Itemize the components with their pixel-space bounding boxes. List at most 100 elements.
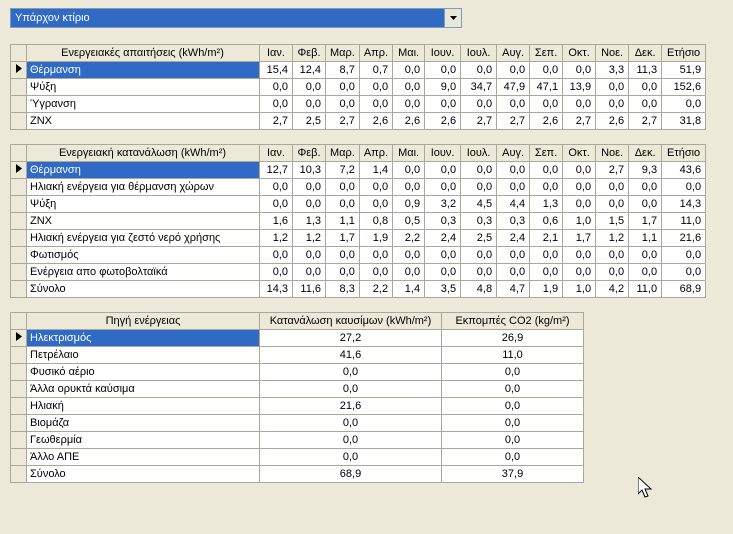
table-row[interactable]: Σύνολο68,937,9: [11, 466, 584, 483]
table-row[interactable]: Γεωθερμία0,00,0: [11, 432, 584, 449]
table-row[interactable]: Ηλιακή21,60,0: [11, 398, 584, 415]
cell: 0,0: [260, 364, 442, 381]
table-row[interactable]: Ψύξη 0,0 0,0 0,0 0,0 0,0 9,0 34,7 47,9 4…: [11, 79, 706, 96]
cell: 14,3: [260, 281, 293, 298]
row-label: Σύνολο: [27, 281, 260, 298]
table-row[interactable]: ΖΝΧ 2,72,52,72,62,62,62,72,72,62,72,62,7…: [11, 113, 706, 130]
table-row[interactable]: Ηλιακή ενέργεια για ζεστό νερό χρήσης1,2…: [11, 230, 706, 247]
cell: 2,5: [461, 230, 497, 247]
cell: 0,0: [596, 179, 629, 196]
cell: 4,4: [497, 196, 530, 213]
cell: 2,2: [393, 230, 425, 247]
cell: 0,0: [260, 179, 293, 196]
cell: 0,0: [393, 264, 425, 281]
cell: 47,9: [497, 79, 530, 96]
cell: 0,0: [596, 247, 629, 264]
cell: 0,0: [359, 179, 392, 196]
col-header: Ιουλ.: [461, 45, 497, 62]
cell: 4,2: [596, 281, 629, 298]
cell: 51,9: [662, 62, 706, 79]
row-label: Άλλο ΑΠΕ: [27, 449, 260, 466]
table-row[interactable]: Ηλιακή ενέργεια για θέρμανση χώρων0,00,0…: [11, 179, 706, 196]
cell: 26,9: [442, 330, 584, 347]
cell: 0,0: [563, 62, 596, 79]
table-row[interactable]: Ενέργεια απο φωτοβολταϊκά0,00,00,00,00,0…: [11, 264, 706, 281]
cell: 2,4: [497, 230, 530, 247]
cell: 0,8: [359, 213, 392, 230]
cell: 0,0: [359, 247, 392, 264]
cell: 0,0: [442, 415, 584, 432]
cell: 0,0: [326, 247, 360, 264]
cell: 0,0: [425, 162, 461, 179]
cell: 0,3: [425, 213, 461, 230]
col-header: Ιαν.: [260, 45, 293, 62]
row-label: Θέρμανση: [27, 162, 260, 179]
building-select[interactable]: Υπάρχον κτίριο: [10, 8, 462, 28]
cell: 0,0: [393, 79, 425, 96]
cell: 3,5: [425, 281, 461, 298]
table-row[interactable]: ΖΝΧ1,61,31,10,80,50,30,30,30,61,01,51,71…: [11, 213, 706, 230]
row-label: Φυσικό αέριο: [27, 364, 260, 381]
cell: 0,0: [629, 79, 662, 96]
table-row[interactable]: Άλλο ΑΠΕ0,00,0: [11, 449, 584, 466]
cell: 3,3: [596, 62, 629, 79]
cell: 0,0: [461, 264, 497, 281]
cell: 0,0: [662, 264, 706, 281]
col-header: Φεβ.: [293, 45, 326, 62]
col-header: Οκτ.: [563, 45, 596, 62]
table-row[interactable]: Φυσικό αέριο0,00,0: [11, 364, 584, 381]
row-label: Πετρέλαιο: [27, 347, 260, 364]
energy-consumption-table[interactable]: Ενεργειακή κατανάλωση (kWh/m²) Ιαν.Φεβ.Μ…: [10, 144, 706, 298]
cell: 0,0: [563, 162, 596, 179]
row-label: Σύνολο: [27, 466, 260, 483]
chevron-down-icon: [444, 9, 461, 27]
cell: 0,0: [530, 62, 563, 79]
cell: 0,0: [393, 247, 425, 264]
cell: 0,0: [293, 264, 326, 281]
cell: 0,6: [530, 213, 563, 230]
table-row[interactable]: Θέρμανση12,710,37,21,40,00,00,00,00,00,0…: [11, 162, 706, 179]
table-row[interactable]: Σύνολο14,311,68,32,21,43,54,84,71,91,04,…: [11, 281, 706, 298]
cell: 0,0: [260, 449, 442, 466]
cell: 1,9: [359, 230, 392, 247]
cell: 0,0: [442, 432, 584, 449]
cell: 68,9: [662, 281, 706, 298]
table-row[interactable]: Ύγρανση 0,00,00,00,00,00,00,00,00,00,00,…: [11, 96, 706, 113]
cell: 0,0: [461, 162, 497, 179]
cell: 2,7: [596, 162, 629, 179]
table-row[interactable]: Άλλα ορυκτά καύσιμα0,00,0: [11, 381, 584, 398]
cell: 0,0: [260, 79, 293, 96]
cell: 7,2: [326, 162, 360, 179]
cell: 47,1: [530, 79, 563, 96]
cell: 15,4: [260, 62, 293, 79]
energy-source-table[interactable]: Πηγή ενέργειας Κατανάλωση καυσίμων (kWh/…: [10, 312, 584, 483]
cell: 1,4: [393, 281, 425, 298]
cell: 11,6: [293, 281, 326, 298]
cell: 1,1: [629, 230, 662, 247]
cell: 0,0: [393, 162, 425, 179]
cell: 0,0: [326, 79, 360, 96]
table-row[interactable]: Φωτισμός0,00,00,00,00,00,00,00,00,00,00,…: [11, 247, 706, 264]
row-indicator: [11, 62, 27, 79]
table-row[interactable]: Βιομάζα0,00,0: [11, 415, 584, 432]
cell: 2,4: [425, 230, 461, 247]
cell: 0,0: [359, 196, 392, 213]
col-header: Νοε.: [596, 45, 629, 62]
energy-requirements-table[interactable]: Ενεργειακές απαιτήσεις (kWh/m²) Ιαν. Φεβ…: [10, 44, 706, 130]
table-row[interactable]: Πετρέλαιο41,611,0: [11, 347, 584, 364]
col-header: Κατανάλωση καυσίμων (kWh/m²): [260, 313, 442, 330]
cell: 27,2: [260, 330, 442, 347]
table-row[interactable]: Θέρμανση 15,4 12,4 8,7 0,7 0,0 0,0 0,0 0…: [11, 62, 706, 79]
cell: 68,9: [260, 466, 442, 483]
building-select-value: Υπάρχον κτίριο: [15, 12, 444, 24]
col-header: Ετήσιο: [662, 45, 706, 62]
col-header: Απρ.: [359, 45, 392, 62]
cell: 1,5: [596, 213, 629, 230]
cell: 0,0: [596, 196, 629, 213]
cell: 41,6: [260, 347, 442, 364]
table-row[interactable]: Ψύξη0,00,00,00,00,93,24,54,41,30,00,00,0…: [11, 196, 706, 213]
cell: 1,1: [326, 213, 360, 230]
cell: 0,0: [260, 432, 442, 449]
row-label: ΖΝΧ: [27, 113, 260, 130]
table-row[interactable]: Ηλεκτρισμός27,226,9: [11, 330, 584, 347]
